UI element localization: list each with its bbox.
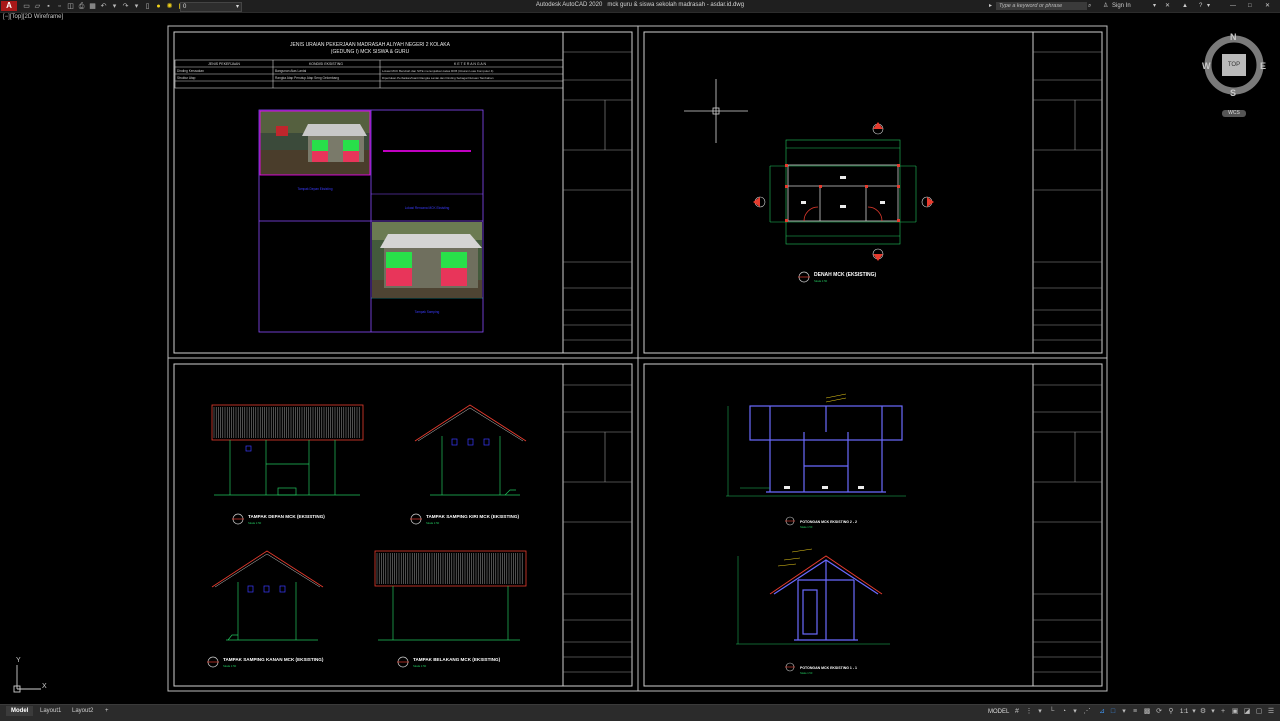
units-icon[interactable]: ▣ — [1231, 708, 1239, 716]
add-layout-button[interactable]: + — [100, 706, 114, 716]
object-snap-tracking-icon[interactable]: ⊿ — [1098, 708, 1106, 716]
table-cell: Lokasi MCK Berubah dan SITE menunjukkan … — [382, 69, 493, 73]
photo-caption: Tampak Samping — [415, 310, 440, 314]
tab-layout1[interactable]: Layout1 — [35, 706, 66, 716]
left-elevation-title: TAMPAK SAMPING KIRI MCK (EKSISTING) — [426, 514, 519, 519]
snap-dropdown-icon[interactable]: ▾ — [1036, 708, 1044, 716]
photo-side-existing — [372, 222, 482, 298]
right-side-elevation — [211, 550, 324, 641]
front-elevation — [211, 404, 364, 496]
sheet-1: JENIS URAIAN PEKERJAAN MADRASAH ALIYAH N… — [173, 31, 633, 354]
section-2-2: POTONGAN MCK EKSISTING 2 - 2 Skala 1:50 — [726, 393, 906, 529]
elevation-labels: TAMPAK DEPAN MCK (EKSISTING) Skala 1:50 … — [207, 513, 519, 668]
sheet-1-subtitle: (GEDUNG I) MCK SISWA & GURU — [331, 49, 410, 55]
viewcube[interactable]: N S W E TOP — [1200, 30, 1270, 100]
sheet-4: POTONGAN MCK EKSISTING 2 - 2 Skala 1:50 … — [643, 363, 1103, 687]
polar-icon[interactable]: ◔ — [1060, 708, 1068, 716]
sheet-2: DENAH MCK (EKSISTING) Skala 1:50 — [643, 31, 1103, 354]
polar-dropdown-icon[interactable]: ▾ — [1071, 708, 1079, 716]
object-snap-icon[interactable]: □ — [1109, 708, 1117, 716]
sheet-1-title-block-lines — [563, 51, 632, 341]
workspace-dropdown-icon[interactable]: ▾ — [1209, 708, 1217, 716]
rear-elevation-title: TAMPAK BELAKANG MCK (EKSISTING) — [413, 657, 501, 662]
model-space-button[interactable]: MODEL — [988, 708, 1009, 717]
ucs-x-label: X — [42, 683, 47, 690]
viewcube-north[interactable]: N — [1230, 32, 1237, 42]
wcs-menu[interactable]: WCS — [1222, 110, 1246, 117]
workspace-gear-icon[interactable]: ⚙ — [1199, 708, 1207, 716]
right-elevation-title: TAMPAK SAMPING KANAN MCK (EKSISTING) — [223, 657, 324, 662]
table-cell: Bangunan Atas Lantai — [275, 69, 306, 73]
drawing-canvas[interactable]: JENIS URAIAN PEKERJAAN MADRASAH ALIYAH N… — [0, 0, 1280, 720]
selection-cycling-icon[interactable]: ⟳ — [1155, 708, 1163, 716]
annotation-scale[interactable]: 1:1 — [1180, 708, 1188, 717]
quick-properties-icon[interactable]: ◪ — [1243, 708, 1251, 716]
photo-caption: Lokasi Rencana MCK Eksisting — [405, 206, 450, 210]
floor-plan — [753, 122, 934, 261]
customization-icon[interactable]: ☰ — [1267, 708, 1275, 716]
photo-caption: Tampak Depan Eksisting — [297, 187, 332, 191]
left-side-elevation — [414, 404, 527, 496]
crosshair-cursor — [684, 79, 748, 143]
plan-scale: Skala 1:50 — [814, 279, 828, 283]
isodraft-icon[interactable]: ⋰ — [1083, 708, 1091, 716]
annotation-monitor-icon[interactable]: + — [1219, 708, 1227, 716]
table-header-type: JENIS PEKERJAAN — [208, 62, 240, 66]
section-scale: Skala 1:50 — [800, 525, 813, 529]
front-elevation-title: TAMPAK DEPAN MCK (EKSISTING) — [248, 514, 325, 519]
status-bar: Model Layout1 Layout2 + MODEL # ⋮ ▾ └ ◔ … — [0, 704, 1280, 721]
photo-front-existing — [259, 110, 371, 176]
elevation-scale: Skala 1:50 — [223, 664, 237, 668]
ucs-icon — [13, 665, 41, 693]
ucs-y-label: Y — [16, 657, 21, 664]
tab-model[interactable]: Model — [6, 706, 34, 716]
clean-screen-icon[interactable]: ▢ — [1255, 708, 1263, 716]
viewcube-east[interactable]: E — [1260, 61, 1266, 71]
object-snap-dropdown-icon[interactable]: ▾ — [1120, 708, 1128, 716]
tab-layout2[interactable]: Layout2 — [67, 706, 98, 716]
section-1-1: POTONGAN MCK EKSISTING 1 - 1 Skala 1:50 — [736, 548, 890, 675]
grid-icon[interactable]: # — [1013, 708, 1021, 716]
section-2-2-title: POTONGAN MCK EKSISTING 2 - 2 — [800, 520, 857, 524]
elevation-scale: Skala 1:50 — [426, 521, 440, 525]
viewcube-top-face[interactable]: TOP — [1222, 54, 1246, 76]
section-1-1-title: POTONGAN MCK EKSISTING 1 - 1 — [800, 666, 857, 670]
transparency-icon[interactable]: ▩ — [1143, 708, 1151, 716]
section-scale: Skala 1:50 — [800, 671, 813, 675]
table-header-condition: KONDISI EKSISTING — [309, 62, 343, 66]
table-cell: Struktur Atap — [177, 76, 196, 80]
rear-elevation — [374, 550, 527, 641]
annotation-visibility-icon[interactable]: ⚲ — [1167, 708, 1175, 716]
viewcube-south[interactable]: S — [1230, 88, 1236, 98]
snap-icon[interactable]: ⋮ — [1025, 708, 1033, 716]
table-header-notes: K E T E R A N G A N — [454, 62, 486, 66]
table-cell: Dinding Kerusakan — [177, 69, 204, 73]
viewcube-west[interactable]: W — [1202, 61, 1211, 71]
plan-title: DENAH MCK (EKSISTING) — [814, 272, 877, 278]
table-cell: Diperlukan Perbaikan/Ganti Rangka Lantai… — [382, 76, 494, 80]
ortho-icon[interactable]: └ — [1048, 708, 1056, 716]
annotation-scale-dropdown-icon[interactable]: ▾ — [1190, 708, 1198, 716]
sheet-1-title: JENIS URAIAN PEKERJAAN MADRASAH ALIYAH N… — [290, 42, 451, 48]
elevation-scale: Skala 1:50 — [248, 521, 262, 525]
lineweight-icon[interactable]: ≡ — [1131, 708, 1139, 716]
table-cell: Rangka Atap Penutup Atap Seng Gelombang — [275, 76, 339, 80]
sheet-3: TAMPAK DEPAN MCK (EKSISTING) Skala 1:50 … — [173, 363, 633, 687]
elevation-scale: Skala 1:50 — [413, 664, 427, 668]
